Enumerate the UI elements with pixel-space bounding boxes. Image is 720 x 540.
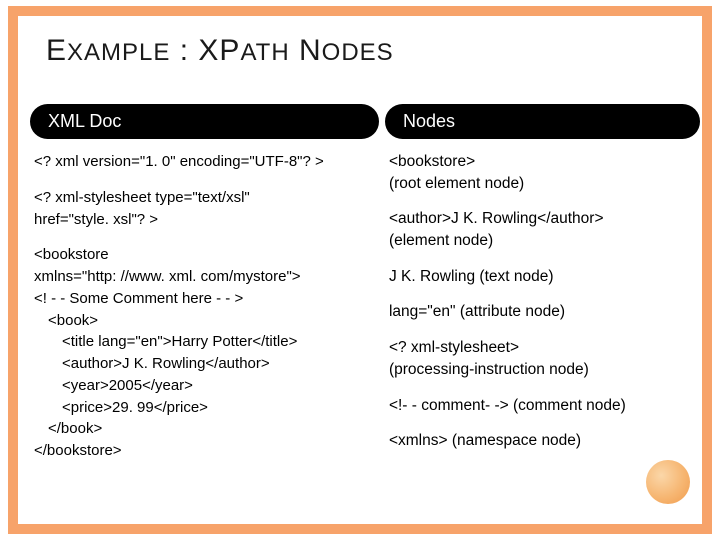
slide-title: EXAMPLE : XPATH NODES xyxy=(46,34,394,68)
node-item: <!- - comment- -> (comment node) xyxy=(389,395,700,417)
node-item: <xmlns> (namespace node) xyxy=(389,430,700,452)
node-item: <author>J K. Rowling</author> (element n… xyxy=(389,208,700,251)
title-part: ATH xyxy=(240,39,289,66)
title-part: XP xyxy=(198,34,240,67)
title-part: ODES xyxy=(322,39,394,66)
xml-line: <title lang="en">Harry Potter</title> xyxy=(34,331,379,353)
xml-line: xmlns="http: //www. xml. com/mystore"> xyxy=(34,266,379,288)
right-column-header: Nodes xyxy=(385,104,700,139)
nodes-list: <bookstore> (root element node) <author>… xyxy=(385,151,700,452)
xml-line: <year>2005</year> xyxy=(34,375,379,397)
xml-line: <bookstore xyxy=(34,244,379,266)
xml-line: <price>29. 99</price> xyxy=(34,397,379,419)
xml-line: <? xml version="1. 0" encoding="UTF-8"? … xyxy=(34,151,379,173)
xml-line: </bookstore> xyxy=(34,440,379,462)
xml-block: <bookstore xmlns="http: //www. xml. com/… xyxy=(34,244,379,462)
node-item: J K. Rowling (text node) xyxy=(389,266,700,288)
decorative-circle-icon xyxy=(646,460,690,504)
right-column: Nodes <bookstore> (root element node) <a… xyxy=(385,104,700,476)
xml-line: href="style. xsl"? > xyxy=(34,209,379,231)
left-column: XML Doc <? xml version="1. 0" encoding="… xyxy=(30,104,379,476)
node-text: <bookstore> xyxy=(389,151,700,173)
xml-block: <? xml-stylesheet type="text/xsl" href="… xyxy=(34,187,379,231)
slide-frame: EXAMPLE : XPATH NODES XML Doc <? xml ver… xyxy=(8,6,712,534)
xml-line: <? xml-stylesheet type="text/xsl" xyxy=(34,187,379,209)
node-text: (root element node) xyxy=(389,173,700,195)
title-part: XAMPLE xyxy=(67,39,170,66)
xml-line: <! - - Some Comment here - - > xyxy=(34,288,379,310)
title-part: : xyxy=(170,34,198,67)
xml-line: </book> xyxy=(34,418,379,440)
left-column-header: XML Doc xyxy=(30,104,379,139)
node-text: <? xml-stylesheet> xyxy=(389,337,700,359)
node-item: lang="en" (attribute node) xyxy=(389,301,700,323)
node-text: (element node) xyxy=(389,230,700,252)
content-columns: XML Doc <? xml version="1. 0" encoding="… xyxy=(30,104,700,476)
xml-line: <book> xyxy=(34,310,379,332)
title-part: N xyxy=(290,34,322,67)
xml-source: <? xml version="1. 0" encoding="UTF-8"? … xyxy=(30,151,379,462)
title-part: E xyxy=(46,34,67,67)
xml-line: <author>J K. Rowling</author> xyxy=(34,353,379,375)
node-item: <bookstore> (root element node) xyxy=(389,151,700,194)
node-text: <author>J K. Rowling</author> xyxy=(389,208,700,230)
node-item: <? xml-stylesheet> (processing-instructi… xyxy=(389,337,700,380)
node-text: (processing-instruction node) xyxy=(389,359,700,381)
